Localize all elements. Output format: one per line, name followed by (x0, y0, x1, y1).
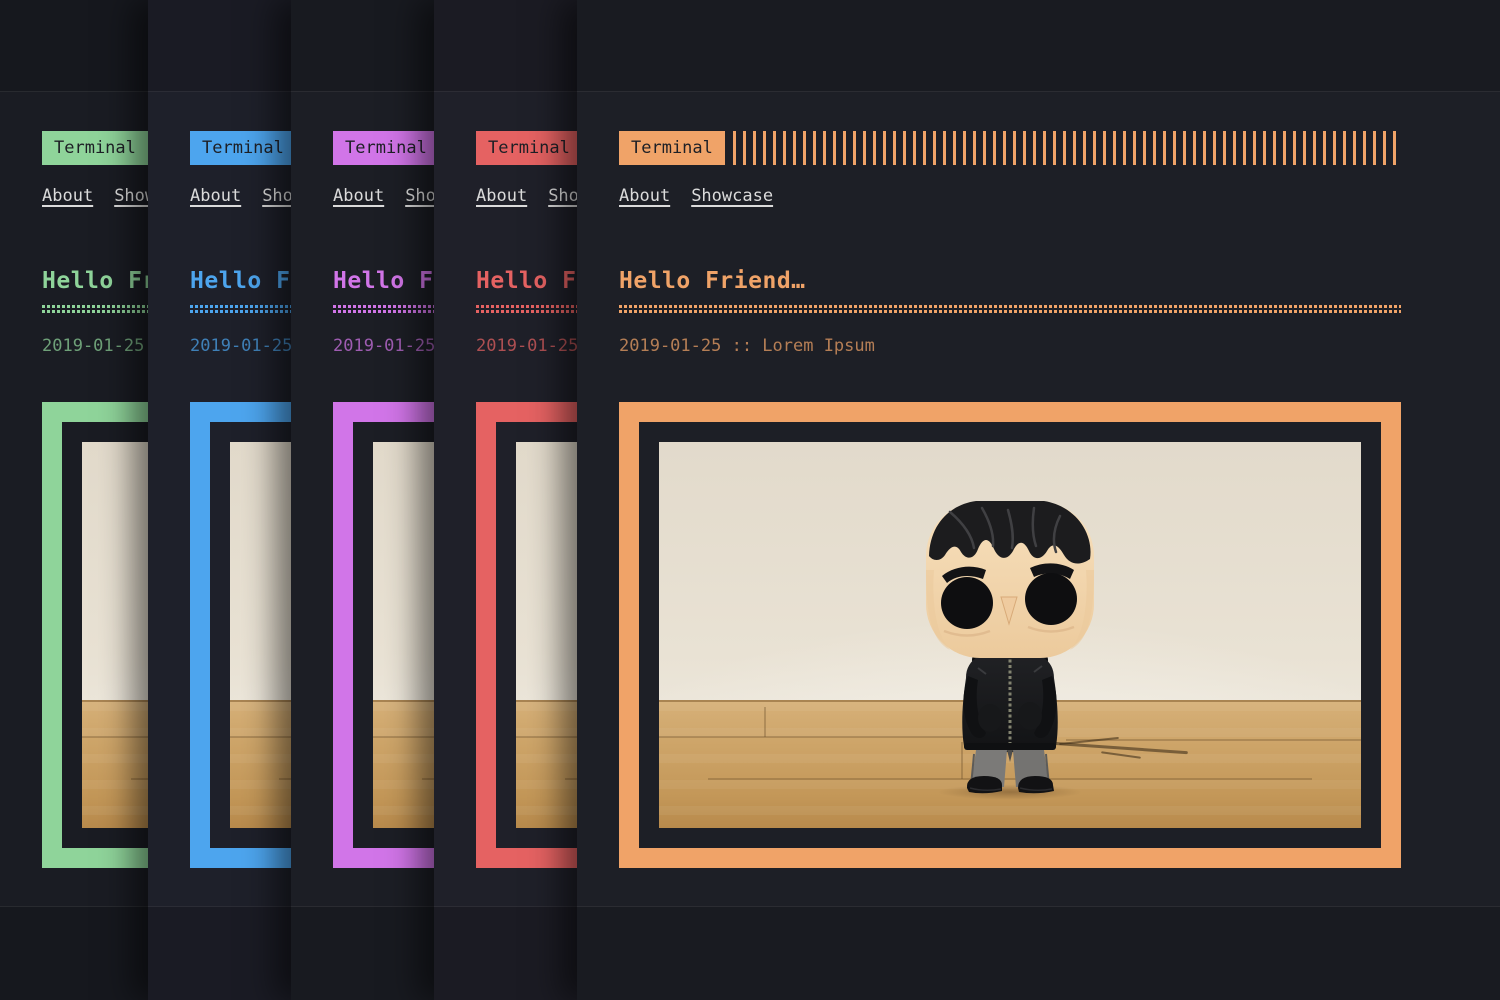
wood-table (373, 700, 434, 828)
page-content: Terminal About Showcase Hello Friend… 20… (333, 0, 434, 868)
terminal-logo[interactable]: Terminal (476, 131, 577, 165)
top-band (0, 0, 148, 92)
post-image-frame (42, 402, 148, 868)
page-content: Terminal About Showcase Hello Friend… 20… (476, 0, 577, 868)
site-nav: About Showcase (42, 186, 148, 206)
funko-figure-photo (659, 442, 1361, 828)
post-image-frame (190, 402, 291, 868)
site-header: Terminal About Showcase (619, 131, 1401, 206)
brand-row: Terminal (619, 131, 1401, 165)
site-header: Terminal About Showcase (476, 131, 577, 206)
post-meta: 2019-01-25 :: Lorem Ipsum (42, 336, 148, 356)
terminal-logo[interactable]: Terminal (42, 131, 148, 165)
nav-link-showcase[interactable]: Showcase (548, 186, 577, 206)
terminal-logo[interactable]: Terminal (333, 131, 434, 165)
wood-table (82, 700, 148, 828)
nav-link-about[interactable]: About (476, 186, 527, 206)
post-title: Hello Friend… (619, 268, 1401, 294)
terminal-logo[interactable]: Terminal (190, 131, 291, 165)
post-image-frame (476, 402, 577, 868)
brand-row: Terminal (476, 131, 577, 165)
funko-figure-photo (82, 442, 148, 828)
site-nav: About Showcase (190, 186, 291, 206)
funko-figure (920, 500, 1100, 795)
theme-panel-green: Terminal About Showcase Hello Friend… 20… (0, 0, 148, 1000)
wood-table (516, 700, 577, 828)
title-divider (42, 305, 148, 313)
title-divider (619, 305, 1401, 313)
site-header: Terminal About Showcase (333, 131, 434, 206)
post-title: Hello Friend… (190, 268, 291, 294)
nav-link-showcase[interactable]: Showcase (262, 186, 291, 206)
site-header: Terminal About Showcase (42, 131, 148, 206)
decorative-bars-icon (733, 131, 1401, 165)
nav-link-showcase[interactable]: Showcase (114, 186, 148, 206)
post-meta: 2019-01-25 :: Lorem Ipsum (476, 336, 577, 356)
page-content: Terminal About Showcase Hello Friend… 20… (190, 0, 291, 868)
funko-figure-photo (230, 442, 291, 828)
top-band (148, 0, 291, 92)
nav-link-about[interactable]: About (333, 186, 384, 206)
post-image-frame (619, 402, 1401, 868)
bottom-band (0, 906, 148, 1000)
page-content: Terminal About Showcase Hello Friend… 20… (42, 0, 148, 868)
bottom-band (148, 906, 291, 1000)
nav-link-about[interactable]: About (190, 186, 241, 206)
nav-link-showcase[interactable]: Showcase (691, 186, 773, 206)
funko-figure-photo (373, 442, 434, 828)
nav-link-about[interactable]: About (619, 186, 670, 206)
bottom-band (577, 906, 1500, 1000)
nav-link-showcase[interactable]: Showcase (405, 186, 434, 206)
theme-panel-purple: Terminal About Showcase Hello Friend… 20… (291, 0, 434, 1000)
bottom-band (434, 906, 577, 1000)
theme-panel-red: Terminal About Showcase Hello Friend… 20… (434, 0, 577, 1000)
post-meta: 2019-01-25 :: Lorem Ipsum (333, 336, 434, 356)
post-title: Hello Friend… (476, 268, 577, 294)
title-divider (476, 305, 577, 313)
brand-row: Terminal (333, 131, 434, 165)
brand-row: Terminal (190, 131, 291, 165)
top-band (577, 0, 1500, 92)
site-nav: About Showcase (333, 186, 434, 206)
brand-row: Terminal (42, 131, 148, 165)
wood-table (230, 700, 291, 828)
title-divider (333, 305, 434, 313)
site-nav: About Showcase (476, 186, 577, 206)
post-meta: 2019-01-25 :: Lorem Ipsum (190, 336, 291, 356)
bottom-band (291, 906, 434, 1000)
terminal-logo[interactable]: Terminal (619, 131, 725, 165)
top-band (291, 0, 434, 92)
nav-link-about[interactable]: About (42, 186, 93, 206)
theme-panel-orange: Terminal About Showcase Hello Friend… 20… (577, 0, 1500, 1000)
site-nav: About Showcase (619, 186, 1401, 206)
funko-figure-photo (516, 442, 577, 828)
top-band (434, 0, 577, 92)
post-title: Hello Friend… (42, 268, 148, 294)
page-content: Terminal About Showcase Hello Friend… 20… (619, 0, 1401, 868)
post-title: Hello Friend… (333, 268, 434, 294)
theme-panel-blue: Terminal About Showcase Hello Friend… 20… (148, 0, 291, 1000)
site-header: Terminal About Showcase (190, 131, 291, 206)
title-divider (190, 305, 291, 313)
post-image-frame (333, 402, 434, 868)
panels-stage: Terminal About Showcase Hello Friend… 20… (0, 0, 1500, 1000)
post-meta: 2019-01-25 :: Lorem Ipsum (619, 336, 1401, 356)
